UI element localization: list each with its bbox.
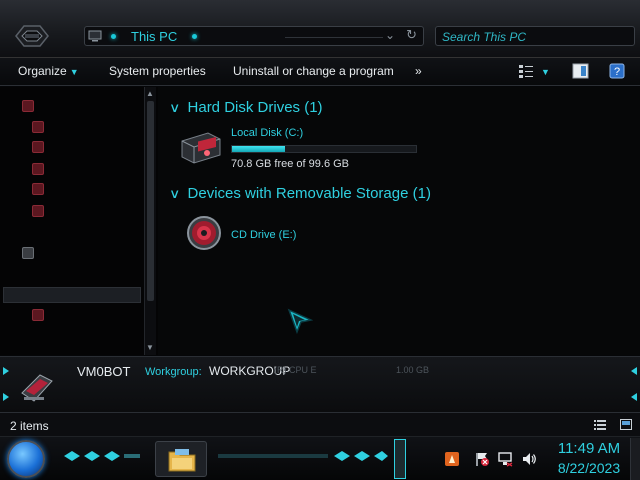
folder-icon[interactable] [32, 163, 44, 175]
network-icon[interactable] [497, 451, 513, 467]
preview-pane-icon[interactable] [572, 63, 589, 79]
drive-name: CD Drive (E:) [231, 229, 297, 241]
quick-access-icon[interactable] [22, 100, 34, 112]
group-header-hard-disk-drives[interactable]: ∨ Hard Disk Drives (1) [169, 99, 323, 116]
help-icon[interactable]: ? [609, 63, 625, 79]
organize-button[interactable]: Organize ▼ [18, 64, 79, 78]
chevron-down-icon[interactable]: ⌄ [385, 28, 395, 42]
nav-item-this-pc-selected[interactable] [3, 287, 141, 303]
taskbar-ornament-icon [64, 451, 140, 461]
status-bar: 2 items [0, 412, 640, 436]
breadcrumb-separator-icon [111, 34, 116, 39]
computer-icon [88, 30, 102, 42]
drive-free-space: 70.8 GB free of 99.6 GB [231, 158, 350, 170]
taskbar [0, 436, 640, 480]
clock-time[interactable]: 11:49 AM [552, 440, 626, 457]
folder-icon[interactable] [32, 205, 44, 217]
navigation-pane[interactable]: ▲ ▼ [0, 87, 158, 355]
address-bar[interactable]: This PC ⌄ ↻ [84, 26, 424, 46]
action-center-flag-icon[interactable] [474, 451, 490, 467]
chevron-down-icon: ▼ [69, 67, 79, 77]
alien-emblem-icon [15, 25, 49, 47]
scroll-down-icon[interactable]: ▼ [146, 343, 154, 352]
organize-label: Organize [18, 64, 67, 78]
chevron-down-icon[interactable]: ▼ [541, 67, 550, 77]
address-divider [285, 37, 383, 38]
notification-app-icon[interactable] [444, 451, 460, 467]
hard-drive-icon [181, 132, 221, 164]
nav-scrollbar[interactable]: ▲ ▼ [144, 87, 156, 355]
command-bar: Organize ▼ System properties Uninstall or… [0, 58, 640, 86]
item-count: 2 items [10, 419, 49, 433]
large-icons-view-icon[interactable] [620, 419, 632, 430]
start-orb-icon[interactable] [7, 440, 45, 478]
clock-date[interactable]: 8/22/2023 [552, 460, 626, 476]
search-box[interactable]: Search This PC [435, 26, 635, 46]
folder-icon[interactable] [32, 121, 44, 133]
chevron-down-icon[interactable]: ∨ [169, 186, 180, 202]
drive-usage-bar [231, 145, 417, 153]
computer-thumbnail-icon [21, 374, 53, 402]
details-pane: VM0BOT Workgroup: WORKGROUP (R) CPU E 1.… [0, 356, 640, 412]
speaker-icon[interactable] [521, 451, 537, 467]
view-options-icon[interactable] [518, 63, 534, 79]
memory-value: 1.00 GB [396, 365, 430, 375]
file-explorer-taskbar-button[interactable] [155, 441, 207, 477]
scroll-up-icon[interactable]: ▲ [146, 89, 154, 98]
breadcrumb-separator-icon [192, 34, 197, 39]
mouse-pointer-icon [287, 308, 313, 334]
onedrive-icon[interactable] [22, 247, 34, 259]
drive-name: Local Disk (C:) [231, 127, 304, 139]
taskbar-scroll-handle[interactable] [394, 439, 406, 479]
content-pane: ∨ Hard Disk Drives (1) Local Disk (C:) 70… [158, 87, 640, 355]
folder-icon[interactable] [32, 183, 44, 195]
system-properties-button[interactable]: System properties [109, 64, 206, 78]
file-explorer-icon [168, 449, 196, 472]
taskbar-ornament-icon [218, 451, 388, 461]
refresh-icon[interactable]: ↻ [406, 27, 417, 43]
details-view-icon[interactable] [594, 419, 606, 430]
computer-name: VM0BOT [77, 364, 131, 379]
frame-ornament-icon [631, 367, 637, 401]
drive-usage-fill [232, 146, 286, 152]
drive-icon[interactable] [32, 309, 44, 321]
scroll-thumb[interactable] [147, 101, 154, 301]
cd-drive-icon [187, 216, 221, 250]
title-frame: This PC ⌄ ↻ Search This PC [0, 0, 640, 58]
show-desktop-button[interactable] [630, 438, 640, 480]
folder-icon[interactable] [32, 141, 44, 153]
group-title: Devices with Removable Storage (1) [187, 185, 431, 202]
address-path[interactable]: This PC [131, 29, 177, 44]
group-header-removable-storage[interactable]: ∨ Devices with Removable Storage (1) [169, 185, 431, 202]
workgroup-label: Workgroup: [145, 366, 202, 378]
chevron-down-icon[interactable]: ∨ [169, 100, 180, 116]
svg-text:?: ? [614, 66, 620, 78]
group-title: Hard Disk Drives (1) [187, 99, 323, 116]
frame-ornament-icon [3, 367, 9, 401]
uninstall-program-button[interactable]: Uninstall or change a program [233, 64, 394, 78]
search-input[interactable]: Search This PC [442, 30, 526, 44]
more-commands-button[interactable]: » [415, 64, 422, 78]
processor-value: (R) CPU E [274, 365, 317, 375]
